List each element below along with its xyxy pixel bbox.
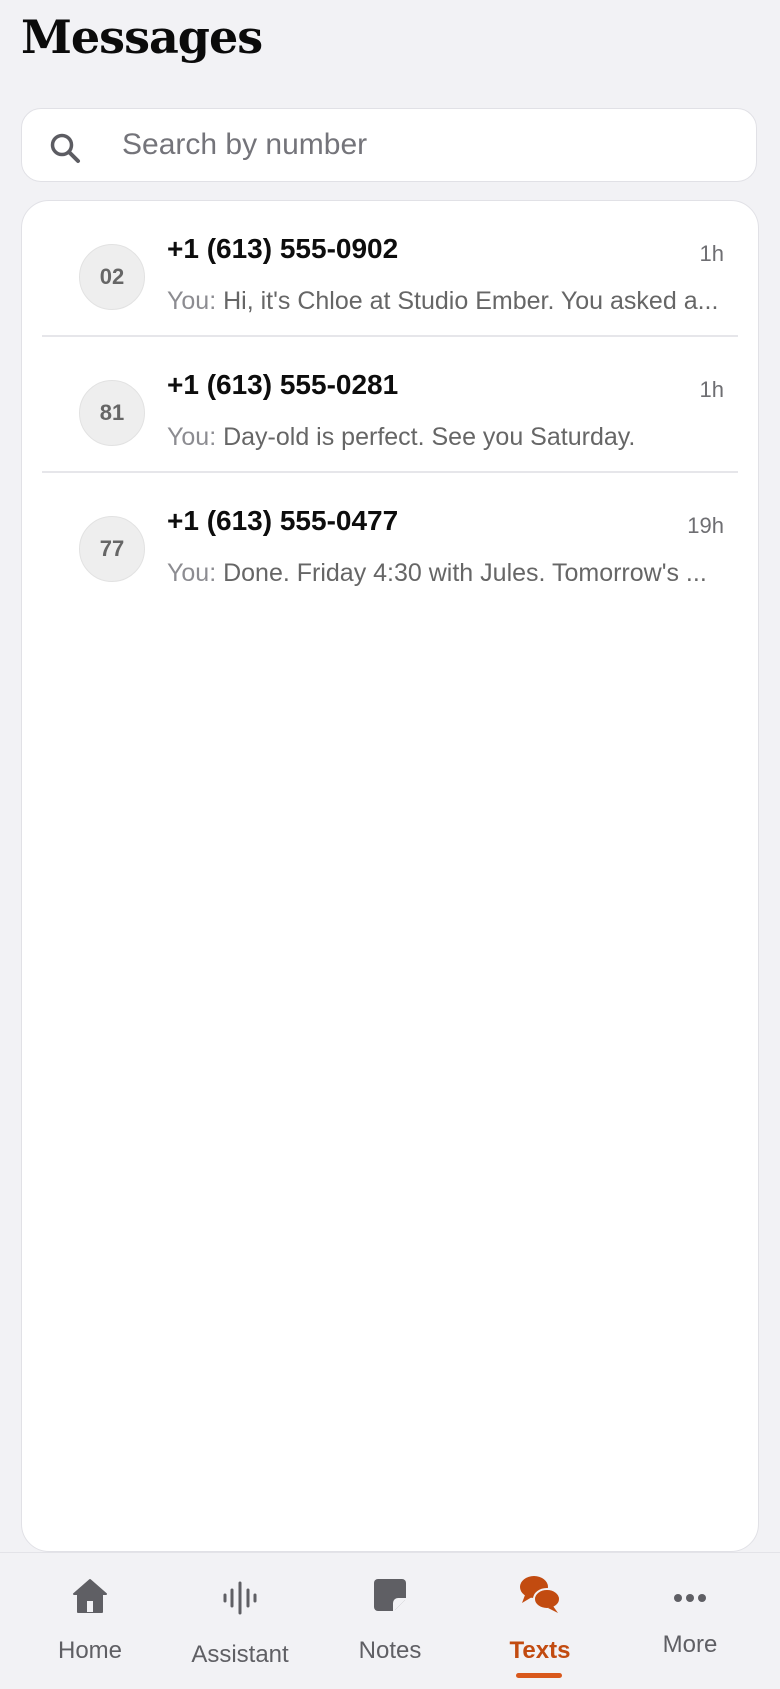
avatar: 02 xyxy=(79,244,145,310)
conversation-preview: You: Done. Friday 4:30 with Jules. Tomor… xyxy=(167,559,732,588)
search-bar[interactable] xyxy=(21,108,764,182)
avatar: 81 xyxy=(79,380,145,446)
search-icon xyxy=(50,133,80,163)
chat-bubbles-icon xyxy=(520,1576,561,1613)
conversation-phone-number: +1 (613) 555-0477 xyxy=(167,505,399,536)
conversation-row[interactable]: 02 +1 (613) 555-0902 1h You: Hi, it's Ch… xyxy=(42,201,738,337)
tab-more[interactable]: More xyxy=(612,1553,768,1689)
tab-label: Notes xyxy=(358,1637,422,1664)
conversation-phone-number: +1 (613) 555-0281 xyxy=(167,369,399,400)
active-tab-indicator xyxy=(516,1673,562,1678)
sender-label: You: xyxy=(167,287,217,315)
tab-label: Assistant xyxy=(191,1641,289,1668)
conversation-list: 02 +1 (613) 555-0902 1h You: Hi, it's Ch… xyxy=(21,200,759,1552)
avatar: 77 xyxy=(79,516,145,582)
sender-label: You: xyxy=(167,423,217,451)
tab-notes[interactable]: Notes xyxy=(312,1553,468,1689)
more-dots-icon xyxy=(674,1594,706,1602)
message-preview-text: Hi, it's Chloe at Studio Ember. You aske… xyxy=(223,287,719,315)
conversation-preview: You: Hi, it's Chloe at Studio Ember. You… xyxy=(167,287,732,316)
tab-texts[interactable]: Texts xyxy=(462,1553,618,1689)
page-title: Messages xyxy=(21,10,263,64)
tab-assistant[interactable]: Assistant xyxy=(162,1553,318,1689)
waveform-icon xyxy=(223,1581,257,1615)
tab-label: Home xyxy=(57,1637,123,1664)
home-icon xyxy=(73,1579,107,1613)
conversation-time: 1h xyxy=(699,241,724,266)
message-preview-text: Day-old is perfect. See you Saturday. xyxy=(223,423,636,451)
tab-label: Texts xyxy=(509,1637,571,1664)
message-preview-text: Done. Friday 4:30 with Jules. Tomorrow's… xyxy=(223,559,707,587)
tab-bar: Home Assistant Notes Texts More xyxy=(0,1552,780,1689)
conversation-row[interactable]: 81 +1 (613) 555-0281 1h You: Day-old is … xyxy=(42,337,738,473)
conversation-phone-number: +1 (613) 555-0902 xyxy=(167,233,399,264)
conversation-time: 1h xyxy=(699,377,724,402)
tab-label: More xyxy=(662,1631,718,1658)
note-icon xyxy=(374,1579,406,1611)
conversation-time: 19h xyxy=(687,513,724,538)
tab-home[interactable]: Home xyxy=(12,1553,168,1689)
sender-label: You: xyxy=(167,559,217,587)
search-input[interactable] xyxy=(100,119,764,171)
conversation-preview: You: Day-old is perfect. See you Saturda… xyxy=(167,423,732,452)
conversation-row[interactable]: 77 +1 (613) 555-0477 19h You: Done. Frid… xyxy=(42,473,738,609)
